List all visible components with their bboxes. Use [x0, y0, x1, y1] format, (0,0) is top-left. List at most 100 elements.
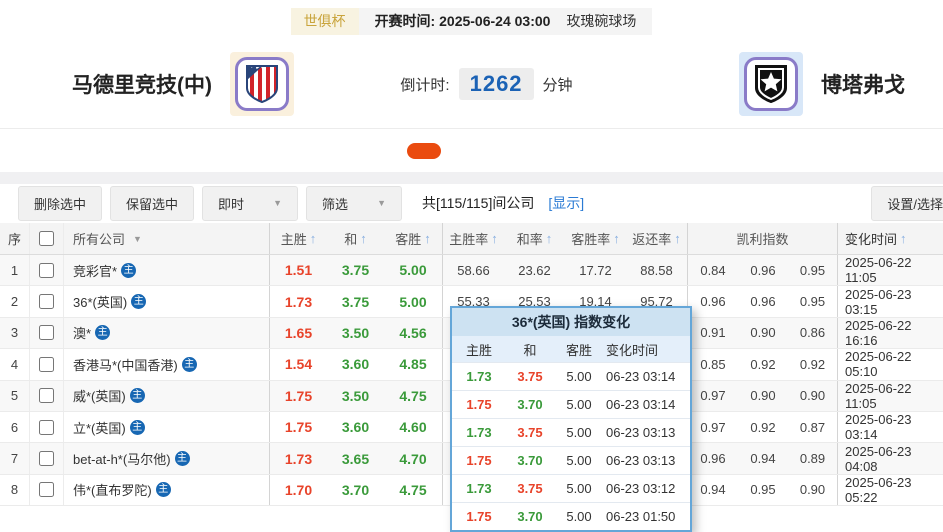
show-link[interactable]: [显示] [548, 193, 584, 213]
col-header-draw-odds[interactable]: 和↑ [327, 223, 384, 254]
sort-up-icon: ↑ [546, 231, 553, 246]
popup-row: 1.75 3.70 5.00 06-23 03:13 [452, 446, 690, 474]
row-index: 1 [0, 255, 30, 285]
change-time: 2025-06-23 03:15 [838, 286, 943, 316]
filter-dropdown-label: 筛选 [322, 194, 348, 213]
draw-odds: 3.50 [327, 318, 384, 348]
kelly-away: 0.90 [788, 475, 838, 505]
row-checkbox-cell [30, 318, 64, 348]
company-cell[interactable]: 香港马*(中国香港) 主 [64, 349, 270, 379]
change-time: 2025-06-22 11:05 [838, 381, 943, 411]
col-header-time[interactable]: 变化时间↑ [838, 223, 943, 254]
kelly-home: 0.91 [688, 318, 738, 348]
row-checkbox[interactable] [39, 325, 54, 340]
company-cell[interactable]: 澳* 主 [64, 318, 270, 348]
row-checkbox-cell [30, 255, 64, 285]
filter-dropdown[interactable]: 筛选 ▼ [306, 186, 402, 221]
kelly-away: 0.86 [788, 318, 838, 348]
draw-odds: 3.60 [327, 412, 384, 442]
away-odds: 4.75 [384, 381, 443, 411]
col-header-draw-rate[interactable]: 和率↑ [504, 223, 565, 254]
popup-row: 1.73 3.75 5.00 06-23 03:14 [452, 362, 690, 390]
row-checkbox[interactable] [39, 451, 54, 466]
delete-selected-button[interactable]: 删除选中 [18, 186, 102, 221]
keep-selected-button[interactable]: 保留选中 [110, 186, 194, 221]
draw-odds: 3.65 [327, 443, 384, 473]
kelly-home: 0.97 [688, 412, 738, 442]
countdown-label: 倒计时: [400, 74, 449, 95]
settings-select-button[interactable]: 设置/选择 [871, 186, 943, 221]
odds-change-popup: 36*(英国) 指数变化 主胜 和 客胜 变化时间 1.73 3.75 5.00… [450, 306, 692, 532]
company-cell[interactable]: 威*(英国) 主 [64, 381, 270, 411]
kelly-draw: 0.92 [738, 412, 788, 442]
draw-rate: 23.62 [504, 255, 565, 285]
away-odds: 5.00 [384, 286, 443, 316]
company-cell[interactable]: 伟*(直布罗陀) 主 [64, 475, 270, 505]
popup-home-odds: 1.73 [452, 369, 506, 384]
popup-row: 1.75 3.70 5.00 06-23 01:50 [452, 502, 690, 530]
col-header-home-rate[interactable]: 主胜率↑ [443, 223, 504, 254]
company-count-text: 共[115/115]间公司 [422, 193, 534, 213]
select-all-checkbox[interactable] [39, 231, 54, 246]
kelly-home: 0.97 [688, 381, 738, 411]
select-all-checkbox-cell [30, 223, 64, 254]
kelly-home: 0.85 [688, 349, 738, 379]
home-odds: 1.73 [270, 443, 327, 473]
return-rate: 88.58 [626, 255, 688, 285]
draw-odds: 3.60 [327, 349, 384, 379]
home-badge-icon: 主 [182, 357, 197, 372]
company-cell[interactable]: bet-at-h*(马尔他) 主 [64, 443, 270, 473]
col-header-kelly: 凯利指数 [688, 223, 838, 254]
home-badge-icon: 主 [131, 294, 146, 309]
company-name: bet-at-h*(马尔他) [73, 449, 171, 468]
col-header-away-rate[interactable]: 客胜率↑ [565, 223, 626, 254]
col-header-away-odds[interactable]: 客胜↑ [384, 223, 443, 254]
change-time: 2025-06-23 03:14 [838, 412, 943, 442]
popup-draw-odds: 3.75 [506, 425, 554, 440]
nav-tab[interactable] [407, 143, 441, 159]
home-odds: 1.65 [270, 318, 327, 348]
sort-up-icon: ↑ [424, 231, 431, 246]
col-header-return-rate[interactable]: 返还率↑ [626, 223, 688, 254]
draw-odds: 3.75 [327, 286, 384, 316]
match-header: 马德里竞技(中) 倒计时: [0, 40, 943, 128]
table-row: 1 竞彩官* 主 1.51 3.75 5.00 58.66 23.62 17.7… [0, 255, 943, 286]
change-time: 2025-06-23 05:22 [838, 475, 943, 505]
col-header-return-rate-label: 返还率 [632, 229, 671, 248]
col-header-home-label: 主胜 [281, 229, 307, 248]
row-checkbox[interactable] [39, 420, 54, 435]
popup-col-away: 客胜 [554, 340, 604, 359]
row-checkbox[interactable] [39, 388, 54, 403]
home-badge-icon: 主 [175, 451, 190, 466]
company-cell[interactable]: 竞彩官* 主 [64, 255, 270, 285]
botafogo-logo [744, 57, 798, 111]
kickoff-value: 2025-06-24 03:00 [439, 13, 550, 29]
sort-up-icon: ↑ [360, 231, 367, 246]
row-checkbox[interactable] [39, 294, 54, 309]
col-header-away-label: 客胜 [395, 229, 421, 248]
popup-draw-odds: 3.70 [506, 397, 554, 412]
instant-dropdown[interactable]: 即时▼ [202, 186, 298, 221]
row-checkbox[interactable] [39, 482, 54, 497]
row-checkbox[interactable] [39, 357, 54, 372]
kelly-home: 0.94 [688, 475, 738, 505]
kickoff-time: 开赛时间: 2025-06-24 03:00 [359, 8, 565, 35]
chevron-down-icon: ▼ [377, 198, 386, 208]
col-header-time-label: 变化时间 [845, 229, 897, 248]
row-checkbox-cell [30, 286, 64, 316]
sort-up-icon: ↑ [674, 231, 681, 246]
col-header-home-odds[interactable]: 主胜↑ [270, 223, 327, 254]
popup-col-draw: 和 [506, 340, 554, 359]
company-name: 伟*(直布罗陀) [73, 480, 152, 499]
home-win-rate: 58.66 [443, 255, 504, 285]
popup-header-row: 主胜 和 客胜 变化时间 [452, 336, 690, 362]
company-cell[interactable]: 36*(英国) 主 [64, 286, 270, 316]
row-index: 4 [0, 349, 30, 379]
popup-home-odds: 1.75 [452, 509, 506, 524]
company-name: 36*(英国) [73, 292, 127, 311]
home-team-logo-box [230, 52, 294, 116]
company-cell[interactable]: 立*(英国) 主 [64, 412, 270, 442]
col-header-company[interactable]: 所有公司▼ [64, 223, 270, 254]
change-time: 2025-06-22 11:05 [838, 255, 943, 285]
row-checkbox[interactable] [39, 263, 54, 278]
